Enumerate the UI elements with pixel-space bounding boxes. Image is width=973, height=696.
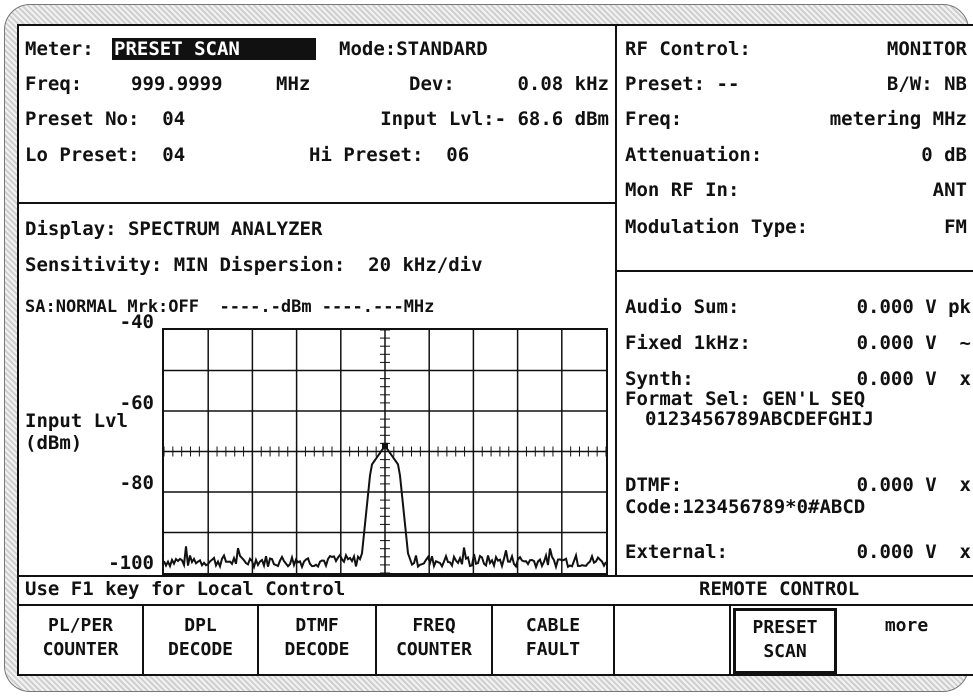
external-value: 0.000 V x bbox=[856, 541, 971, 563]
meter-label: Meter: bbox=[25, 38, 94, 60]
softkey-label-1: PRESET bbox=[752, 617, 818, 638]
fixed-1khz-value: 0.000 V ~ bbox=[856, 332, 971, 354]
softkey-label-1: PL/PER bbox=[47, 615, 114, 636]
rf-bandwidth: B/W: NB bbox=[886, 73, 967, 95]
softkey-label-1: more bbox=[884, 615, 929, 636]
softkey-label-2: FAULT bbox=[525, 639, 581, 660]
y-tick-100: -100 bbox=[108, 552, 154, 574]
rf-freq-label: Freq: bbox=[625, 108, 683, 130]
softkey-cable-fault[interactable]: CABLE FAULT bbox=[493, 606, 615, 676]
softkey-label-1: CABLE bbox=[525, 615, 581, 636]
dtmf-value: 0.000 V x bbox=[856, 474, 971, 496]
dev-label: Dev: bbox=[409, 73, 455, 95]
softkey-label-2: SCAN bbox=[763, 641, 807, 662]
y-axis-label: Input Lvl bbox=[25, 410, 128, 432]
spectrum-plot bbox=[162, 328, 608, 575]
freq-value: 999.9999 bbox=[131, 73, 223, 95]
divider-main-vertical bbox=[615, 26, 617, 576]
peak-marker bbox=[382, 442, 388, 449]
audio-sum-label: Audio Sum: bbox=[625, 296, 740, 318]
softkey-label-2: COUNTER bbox=[42, 639, 119, 660]
lo-preset: Lo Preset: 04 bbox=[25, 144, 186, 166]
external-label: External: bbox=[625, 541, 728, 563]
preset-no: Preset No: 04 bbox=[25, 108, 186, 130]
spectrum-svg bbox=[163, 329, 607, 574]
status-hint: Use F1 key for Local Control bbox=[25, 578, 346, 600]
synth-label: Synth: bbox=[625, 368, 694, 390]
y-axis-unit: (dBm) bbox=[25, 432, 83, 454]
rf-freq-value: metering MHz bbox=[829, 108, 967, 130]
softkey-preset-scan[interactable]: PRESET SCAN bbox=[733, 608, 837, 674]
freq-unit: MHz bbox=[276, 73, 311, 95]
dev-value: 0.08 kHz bbox=[517, 73, 609, 95]
softkey-label-2: DECODE bbox=[284, 639, 350, 660]
synth-value: 0.000 V x bbox=[856, 368, 971, 390]
display-title: Display: SPECTRUM ANALYZER bbox=[25, 218, 323, 240]
attenuation-value: 0 dB bbox=[921, 144, 967, 166]
mode-field: Mode:STANDARD bbox=[339, 38, 488, 60]
softkey-dtmf-decode[interactable]: DTMF DECODE bbox=[259, 606, 377, 676]
hi-preset: Hi Preset: 06 bbox=[309, 144, 470, 166]
softkey-label-1: DPL bbox=[184, 615, 217, 636]
softkey-label-2: COUNTER bbox=[396, 639, 472, 660]
y-tick-40: -40 bbox=[119, 311, 154, 333]
y-tick-80: -80 bbox=[119, 472, 154, 494]
softkey-freq-counter[interactable]: FREQ COUNTER bbox=[377, 606, 493, 676]
softkey-label-2: DECODE bbox=[167, 639, 234, 660]
rf-control-label: RF Control: bbox=[625, 38, 751, 60]
rf-control-value: MONITOR bbox=[886, 38, 967, 60]
softkey-dpl-decode[interactable]: DPL DECODE bbox=[144, 606, 259, 676]
format-chars: 0123456789ABCDEFGHIJ bbox=[645, 408, 874, 430]
modulation-label: Modulation Type: bbox=[625, 216, 809, 238]
divider-meter-display bbox=[19, 202, 615, 204]
softkey-blank[interactable] bbox=[615, 606, 731, 676]
fixed-1khz-label: Fixed 1kHz: bbox=[625, 332, 751, 354]
remote-control-indicator: REMOTE CONTROL bbox=[699, 578, 860, 600]
softkey-more[interactable]: more bbox=[839, 606, 973, 676]
mon-rf-label: Mon RF In: bbox=[625, 179, 740, 201]
freq-label: Freq: bbox=[25, 73, 83, 95]
softkey-label-1: FREQ bbox=[412, 615, 456, 636]
audio-sum-value: 0.000 V pk bbox=[856, 296, 971, 318]
softkey-label-1: DTMF bbox=[295, 615, 339, 636]
input-level: Input Lvl:- 68.6 dBm bbox=[380, 108, 609, 130]
divider-rf-audio bbox=[615, 270, 973, 272]
meter-value[interactable]: PRESET SCAN bbox=[112, 38, 316, 60]
mon-rf-value: ANT bbox=[932, 179, 967, 201]
sensitivity-line: Sensitivity: MIN Dispersion: 20 kHz/div bbox=[25, 254, 483, 276]
screen: Meter: PRESET SCAN Mode:STANDARD Freq: 9… bbox=[17, 24, 973, 676]
modulation-value: FM bbox=[944, 216, 967, 238]
dtmf-code: Code:123456789*0#ABCD bbox=[625, 496, 866, 518]
format-select: Format Sel: GEN'L SEQ bbox=[625, 388, 866, 410]
attenuation-label: Attenuation: bbox=[625, 144, 763, 166]
dtmf-label: DTMF: bbox=[625, 474, 683, 496]
rf-preset: Preset: -- bbox=[625, 73, 740, 95]
softkey-pl-per-counter[interactable]: PL/PER COUNTER bbox=[19, 606, 144, 676]
